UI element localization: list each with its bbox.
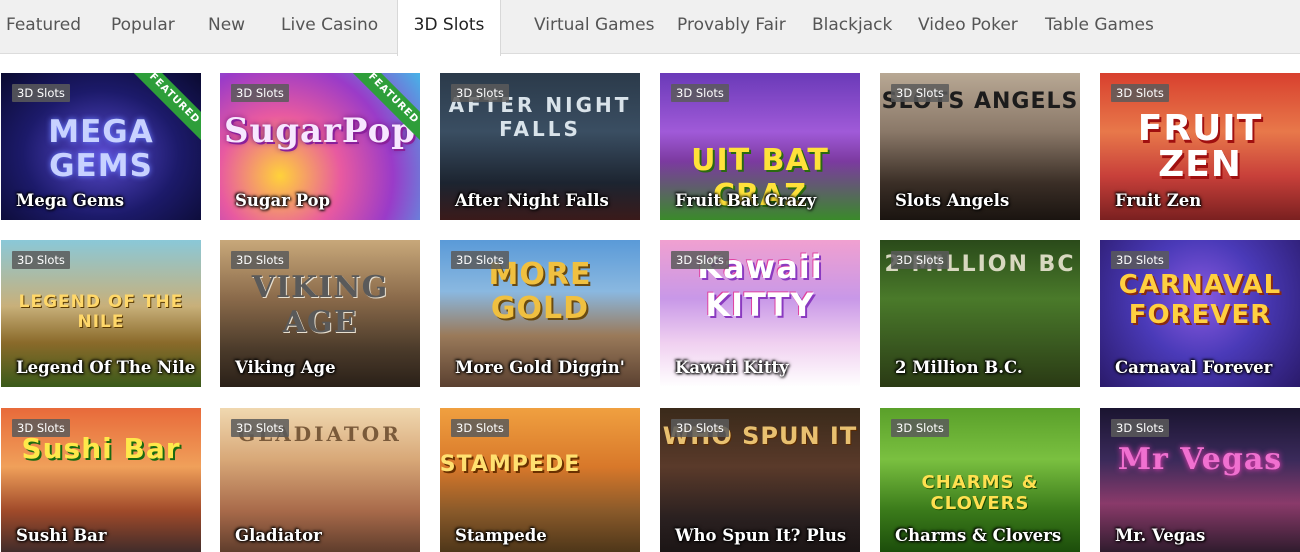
game-tile-charms-and-clovers[interactable]: CHARMS & CLOVERS 3D Slots Charms & Clove… (880, 408, 1080, 552)
game-tile-fruit-zen[interactable]: FRUIT ZEN 3D Slots Fruit Zen (1100, 73, 1300, 220)
game-title: Legend Of The Nile (16, 358, 196, 377)
game-title: Sugar Pop (235, 191, 331, 210)
category-badge: 3D Slots (12, 419, 70, 437)
game-logo: VIKING AGE (251, 270, 389, 340)
category-badge: 3D Slots (1111, 251, 1169, 269)
category-badge: 3D Slots (231, 419, 289, 437)
tab-virtual-games[interactable]: Virtual Games (534, 0, 654, 54)
category-badge: 3D Slots (671, 419, 729, 437)
game-tile-legend-of-the-nile[interactable]: LEGEND OF THE NILE 3D Slots Legend Of Th… (1, 240, 201, 387)
game-title: Who Spun It? Plus (675, 526, 847, 545)
game-title: Sushi Bar (16, 526, 107, 545)
tab-3d-slots[interactable]: 3D Slots (397, 0, 501, 56)
game-title: Carnaval Forever (1115, 358, 1273, 377)
category-badge: 3D Slots (231, 251, 289, 269)
game-title: After Night Falls (455, 191, 609, 210)
game-tile-kawaii-kitty[interactable]: Kawaii KITTY 3D Slots Kawaii Kitty (660, 240, 860, 387)
category-tab-bar: Featured Popular New Live Casino 3D Slot… (0, 0, 1300, 56)
category-badge: 3D Slots (1111, 84, 1169, 102)
game-tile-mega-gems[interactable]: MEGA GEMS FEATURED 3D Slots Mega Gems (1, 73, 201, 220)
game-tile-mr-vegas[interactable]: Mr Vegas 3D Slots Mr. Vegas (1100, 408, 1300, 552)
game-tile-slots-angels[interactable]: SLOTS ANGELS 3D Slots Slots Angels (880, 73, 1080, 220)
game-tile-sushi-bar[interactable]: Sushi Bar 3D Slots Sushi Bar (1, 408, 201, 552)
game-title: More Gold Diggin' (455, 358, 625, 377)
tab-blackjack[interactable]: Blackjack (812, 0, 892, 54)
tab-table-games[interactable]: Table Games (1045, 0, 1154, 54)
category-badge: 3D Slots (671, 84, 729, 102)
game-tile-carnaval-forever[interactable]: CARNAVAL FOREVER 3D Slots Carnaval Foreve… (1100, 240, 1300, 387)
tab-popular[interactable]: Popular (111, 0, 175, 54)
tab-provably-fair[interactable]: Provably Fair (677, 0, 786, 54)
game-logo: CARNAVAL FOREVER (1118, 270, 1282, 330)
category-badge: 3D Slots (671, 251, 729, 269)
game-title: Gladiator (235, 526, 322, 545)
game-title: Fruit Bat Crazy (675, 191, 817, 210)
game-tile-stampede[interactable]: STAMPEDE 3D Slots Stampede (440, 408, 640, 552)
tab-new[interactable]: New (208, 0, 245, 54)
game-title: Viking Age (235, 358, 336, 377)
game-logo: SugarPop (223, 111, 417, 151)
game-tile-fruit-bat-crazy[interactable]: UIT BAT CRAZ 3D Slots Fruit Bat Crazy (660, 73, 860, 220)
tab-live-casino[interactable]: Live Casino (281, 0, 378, 54)
tab-video-poker[interactable]: Video Poker (918, 0, 1018, 54)
game-tile-sugar-pop[interactable]: SugarPop FEATURED 3D Slots Sugar Pop (220, 73, 420, 220)
game-logo: FRUIT ZEN (1137, 108, 1263, 185)
game-title: Kawaii Kitty (675, 358, 789, 377)
game-logo: Mr Vegas (1117, 442, 1283, 477)
game-tile-after-night-falls[interactable]: AFTER NIGHT FALLS 3D Slots After Night F… (440, 73, 640, 220)
game-logo: MEGA GEMS (48, 114, 154, 184)
tab-featured[interactable]: Featured (6, 0, 81, 54)
game-logo: STAMPEDE (440, 452, 581, 477)
game-tile-who-spun-it-plus[interactable]: WHO SPUN IT 3D Slots Who Spun It? Plus (660, 408, 860, 552)
game-tile-2-million-bc[interactable]: 2 MILLION BC 3D Slots 2 Million B.C. (880, 240, 1080, 387)
category-badge: 3D Slots (451, 84, 509, 102)
category-badge: 3D Slots (451, 419, 509, 437)
game-title: 2 Million B.C. (895, 358, 1023, 377)
category-badge: 3D Slots (1111, 419, 1169, 437)
game-title: Charms & Clovers (895, 526, 1062, 545)
game-title: Stampede (455, 526, 547, 545)
category-badge: 3D Slots (891, 419, 949, 437)
game-logo: CHARMS & CLOVERS (921, 472, 1039, 514)
game-title: Fruit Zen (1115, 191, 1202, 210)
category-badge: 3D Slots (12, 84, 70, 102)
game-tile-viking-age[interactable]: VIKING AGE 3D Slots Viking Age (220, 240, 420, 387)
category-badge: 3D Slots (891, 84, 949, 102)
category-badge: 3D Slots (891, 251, 949, 269)
game-tile-more-gold-diggin[interactable]: MORE GOLD 3D Slots More Gold Diggin' (440, 240, 640, 387)
category-badge: 3D Slots (12, 251, 70, 269)
game-title: Mr. Vegas (1115, 526, 1206, 545)
game-logo: LEGEND OF THE NILE (18, 292, 184, 332)
game-title: Slots Angels (895, 191, 1010, 210)
game-tile-gladiator[interactable]: GLADIATOR 3D Slots Gladiator (220, 408, 420, 552)
game-title: Mega Gems (16, 191, 125, 210)
category-badge: 3D Slots (231, 84, 289, 102)
category-badge: 3D Slots (451, 251, 509, 269)
